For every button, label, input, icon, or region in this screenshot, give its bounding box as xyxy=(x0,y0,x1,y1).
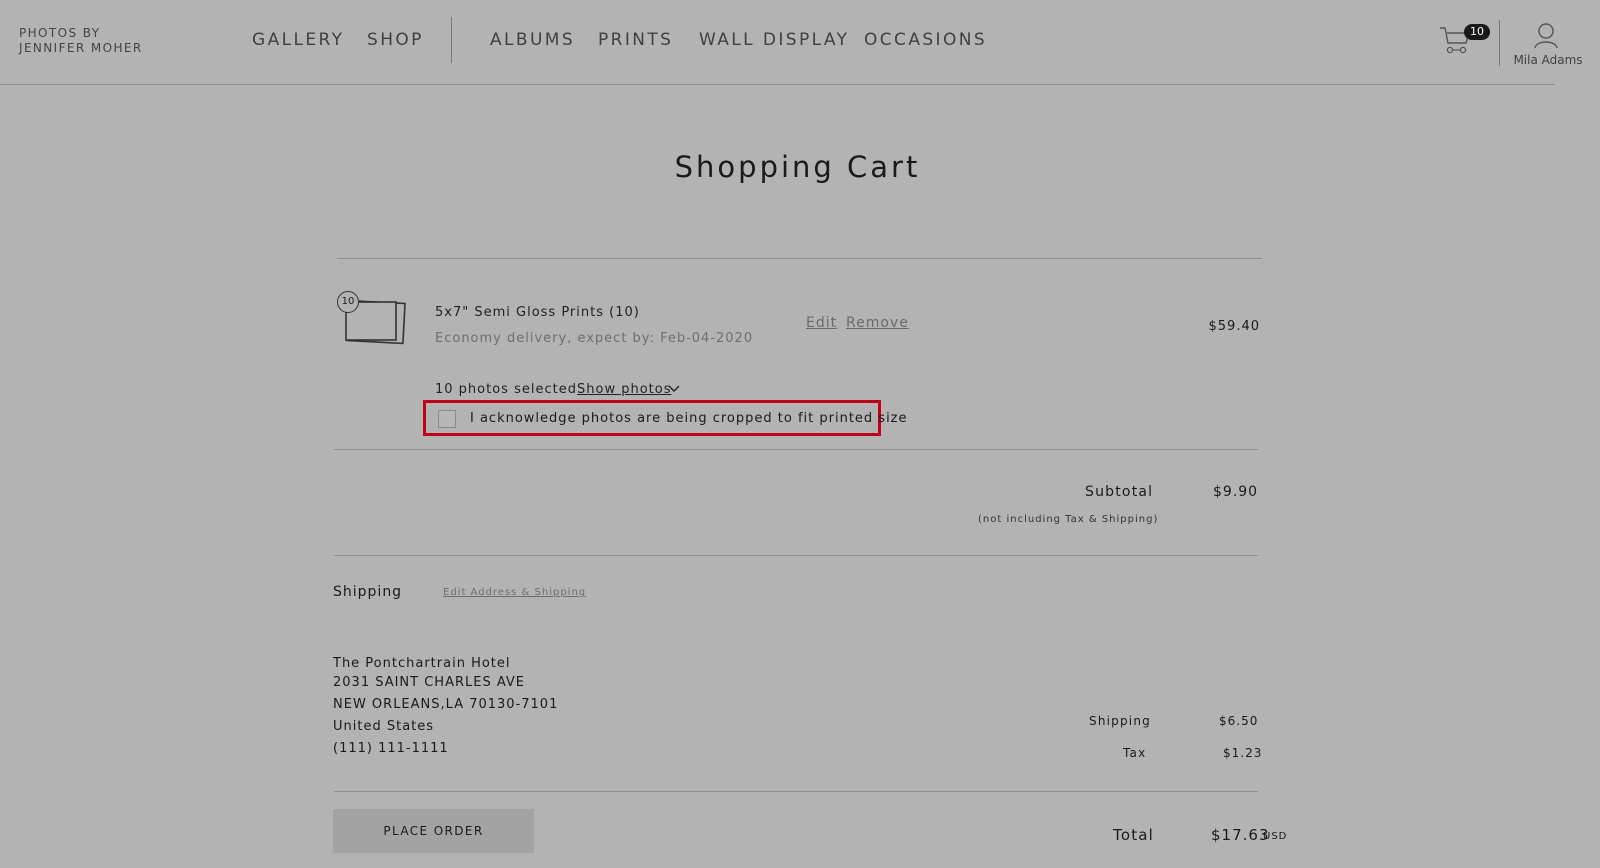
shipping-cost-value: $6.50 xyxy=(1219,714,1259,728)
address-line: (111) 111-1111 xyxy=(333,741,449,756)
page-title: Shopping Cart xyxy=(674,150,921,184)
acknowledge-crop-checkbox[interactable] xyxy=(438,410,456,428)
edit-item-link[interactable]: Edit xyxy=(806,315,837,331)
total-value: $17.63 xyxy=(1211,826,1270,844)
nav-wall-display[interactable]: WALL DISPLAY xyxy=(699,30,849,50)
nav-albums[interactable]: ALBUMS xyxy=(490,30,575,50)
place-order-button[interactable]: PLACE ORDER xyxy=(333,809,534,853)
subtotal-note: (not including Tax & Shipping) xyxy=(978,514,1159,525)
cart-top-divider xyxy=(337,258,1262,259)
shipping-cost-label: Shipping xyxy=(1089,714,1151,728)
nav-shop[interactable]: SHOP xyxy=(367,30,424,50)
address-line: United States xyxy=(333,719,435,734)
item-bottom-divider xyxy=(334,449,1258,450)
show-photos-toggle[interactable]: Show photos xyxy=(577,382,671,397)
item-price: $59.40 xyxy=(1208,319,1260,334)
cart-count-badge[interactable]: 10 xyxy=(1464,24,1490,40)
tax-label: Tax xyxy=(1123,746,1147,760)
subtotal-label: Subtotal xyxy=(1085,484,1154,500)
nav-prints[interactable]: PRINTS xyxy=(598,30,673,50)
logo-line-1: PHOTOS BY xyxy=(19,26,101,40)
totals-divider xyxy=(334,791,1258,792)
address-line: 2031 SAINT CHARLES AVE xyxy=(333,675,526,690)
remove-item-link[interactable]: Remove xyxy=(846,315,909,331)
edit-address-shipping-link[interactable]: Edit Address & Shipping xyxy=(443,587,586,598)
tax-value: $1.23 xyxy=(1223,746,1263,760)
shipping-title: Shipping xyxy=(333,584,403,600)
acknowledge-crop-label[interactable]: I acknowledge photos are being cropped t… xyxy=(470,411,908,426)
nav-gallery[interactable]: GALLERY xyxy=(252,30,344,50)
user-account-icon[interactable] xyxy=(1533,22,1559,48)
item-delivery-estimate: Economy delivery, expect by: Feb-04-2020 xyxy=(435,331,754,346)
site-logo[interactable]: PHOTOS BY JENNIFER MOHER xyxy=(19,26,143,56)
logo-line-2: JENNIFER MOHER xyxy=(19,41,143,55)
item-name: 5x7" Semi Gloss Prints (10) xyxy=(435,305,640,320)
subtotal-value: $9.90 xyxy=(1213,484,1259,500)
header-divider xyxy=(0,84,1555,85)
user-name[interactable]: Mila Adams xyxy=(1502,53,1594,67)
nav-divider xyxy=(451,17,452,63)
subtotal-divider xyxy=(334,555,1258,556)
total-label: Total xyxy=(1113,826,1155,844)
top-navigation-bar: PHOTOS BY JENNIFER MOHER GALLERY SHOP AL… xyxy=(0,0,1600,84)
chevron-down-icon[interactable] xyxy=(668,384,680,394)
nav-occasions[interactable]: OCCASIONS xyxy=(864,30,987,50)
item-quantity-badge: 10 xyxy=(337,291,359,313)
total-currency: USD xyxy=(1263,831,1288,842)
address-line: The Pontchartrain Hotel xyxy=(333,656,511,671)
address-line: NEW ORLEANS,LA 70130-7101 xyxy=(333,697,559,712)
user-divider xyxy=(1499,20,1500,66)
photos-selected-count: 10 photos selected xyxy=(435,382,577,397)
